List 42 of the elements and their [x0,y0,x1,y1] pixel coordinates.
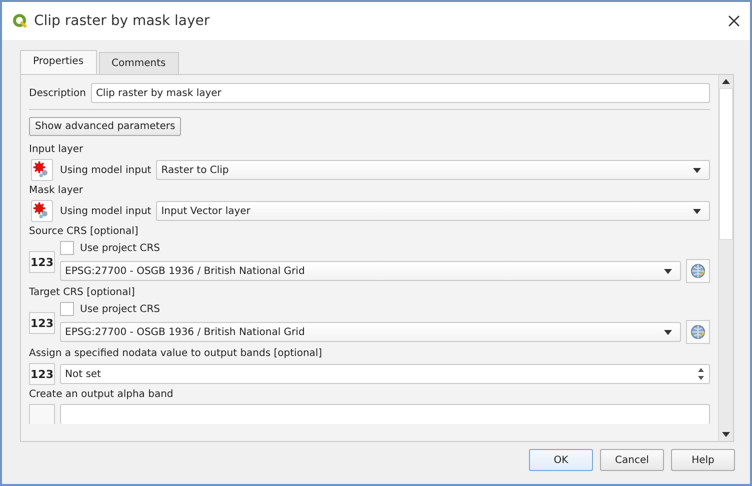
source-mode-label: Using model input [60,164,152,176]
crs-dropdown[interactable]: EPSG:27700 - OSGB 1936 / British National Grid [60,261,681,281]
layer-dropdown[interactable]: Input Vector layer [156,201,710,221]
dropdown-caret-icon [693,208,701,214]
scroll-up-icon[interactable] [722,79,730,84]
number-field[interactable]: Not set [60,364,710,384]
close-icon[interactable] [728,15,740,27]
globe-icon[interactable] [686,259,710,283]
description-label: Description [29,88,86,98]
crs-dropdown[interactable]: EPSG:27700 - OSGB 1936 / British National Grid [60,322,681,342]
checkbox[interactable] [60,302,74,316]
dropdown-caret-icon [664,330,672,334]
gear-icon[interactable] [31,159,53,181]
dialog-button[interactable]: Help [671,449,735,471]
number-source-button[interactable]: 123 [29,312,55,334]
checkbox-label: Use project CRS [80,242,160,254]
tab[interactable]: Properties [20,50,97,74]
window-title: Clip raster by mask layer [34,13,211,29]
tab[interactable]: Comments [98,52,179,74]
dropdown-caret-icon [693,168,701,172]
source-mode-label: Using model input [60,206,152,216]
description-field[interactable]: Clip raster by mask layer [90,83,710,103]
number-source-button[interactable]: 123 [29,251,55,273]
checkbox-label: Use project CRS [80,304,160,314]
parameter-label: Mask layer [29,185,84,196]
parameter-label: Input layer [29,144,84,155]
app-logo-icon [12,13,28,29]
parameter-label: Create an output alpha band [29,389,174,400]
checkbox[interactable] [60,241,74,255]
dropdown-caret-icon [664,268,672,274]
show-advanced-button[interactable]: Show advanced parameters [29,117,182,136]
dialog-button[interactable]: OK [529,449,593,471]
dialog-button[interactable]: Cancel [600,449,664,471]
layer-dropdown[interactable]: Raster to Clip [156,160,710,180]
parameter-label: Source CRS [optional] [29,226,140,237]
globe-icon[interactable] [686,320,710,344]
gear-icon[interactable] [31,200,53,222]
number-source-button[interactable]: 123 [29,363,55,385]
parameter-label: Target CRS [optional] [29,287,136,298]
scroll-down-icon[interactable] [722,432,730,437]
parameter-label: Assign a specified nodata value to output bands [optional] [29,348,324,359]
spinner-arrows-icon[interactable] [697,366,705,382]
